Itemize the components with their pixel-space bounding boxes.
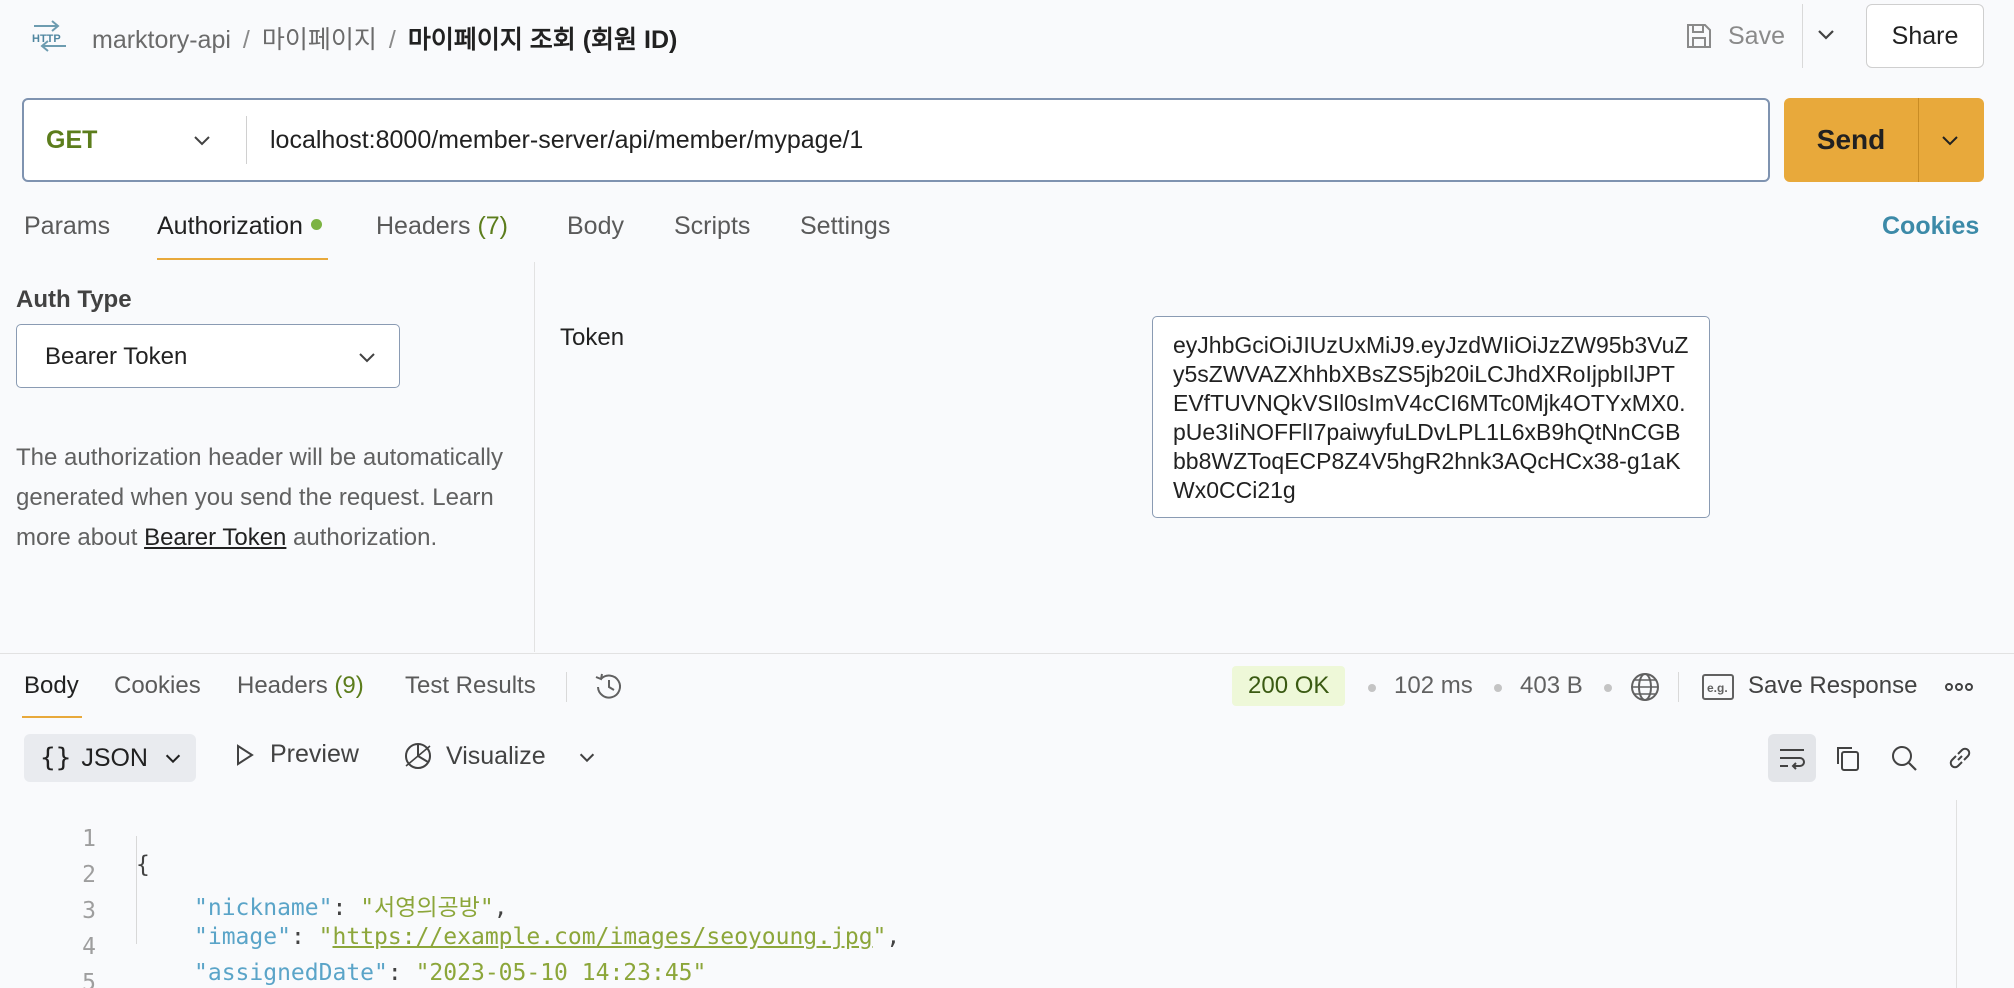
visualize-icon (405, 743, 431, 769)
tab-settings[interactable]: Settings (800, 212, 890, 241)
code-line: 4 "assignedDate": "2023-05-10 14:23:45" (0, 908, 1956, 986)
preview-button[interactable]: Preview (230, 740, 359, 769)
play-icon (237, 743, 254, 766)
tab-divider (566, 672, 567, 702)
response-body-code[interactable]: 1 { 2 "nickname": "서영의공방", 3 "image": "h… (0, 800, 1956, 988)
save-response-button[interactable]: Save Response (1748, 672, 1917, 700)
share-button[interactable]: Share (1866, 4, 1984, 68)
save-icon (1687, 24, 1711, 48)
chevron-down-icon (359, 353, 375, 363)
copy-icon[interactable] (1832, 742, 1864, 774)
breadcrumb-folder[interactable]: 마이페이지 (262, 26, 377, 54)
wrap-icon (1780, 749, 1805, 770)
breadcrumb-collection[interactable]: marktory-api (92, 26, 231, 54)
tab-headers-count: (7) (477, 212, 509, 240)
visualize-label: Visualize (446, 741, 546, 770)
tab-headers[interactable]: Headers (7) (376, 212, 508, 241)
response-size[interactable]: 403 B (1520, 672, 1583, 700)
token-label: Token (560, 324, 625, 351)
request-tabs: Params Authorization Headers (7) Body Sc… (0, 200, 2014, 260)
response-tab-headers-count: (9) (334, 672, 364, 699)
response-tab-headers-label: Headers (237, 672, 328, 699)
send-button[interactable]: Send (1784, 98, 1984, 182)
active-tab-underline (157, 258, 328, 260)
response-tab-test-results[interactable]: Test Results (405, 672, 536, 700)
response-tabs: Body Cookies Headers (9) Test Results 20… (0, 654, 2014, 718)
example-icon: e.g. (1702, 674, 1734, 700)
active-response-tab-underline (22, 716, 82, 718)
body-toolbar: {} JSON Preview Visualize (0, 730, 2014, 786)
format-select[interactable]: {} JSON (24, 734, 196, 782)
url-input[interactable] (270, 114, 1750, 166)
search-icon[interactable] (1888, 742, 1920, 774)
line-number: 5 (82, 970, 96, 988)
tab-authorization[interactable]: Authorization (157, 212, 322, 241)
send-label: Send (1816, 124, 1886, 155)
chevron-down-icon[interactable] (1814, 22, 1838, 46)
code-line: 5 } (0, 944, 1956, 988)
meta-separator (1604, 684, 1612, 692)
tab-authorization-label: Authorization (157, 212, 303, 240)
breadcrumb: marktory-api / 마이페이지 / 마이페이지 조회 (회원 ID) (92, 20, 677, 56)
save-button[interactable]: Save (1684, 16, 1785, 56)
status-badge[interactable]: 200 OK (1232, 666, 1346, 706)
url-bar: GET (22, 98, 1770, 182)
auth-description: The authorization header will be automat… (16, 444, 503, 551)
method-select[interactable]: GET (46, 126, 97, 155)
send-divider (1918, 98, 1919, 182)
auth-type-value: Bearer Token (45, 343, 188, 370)
tab-params[interactable]: Params (24, 212, 110, 241)
active-dot-icon (310, 218, 322, 230)
indent-guide (136, 836, 137, 944)
pane-divider[interactable] (534, 262, 535, 652)
response-tab-body[interactable]: Body (24, 672, 79, 700)
response-tab-cookies[interactable]: Cookies (114, 672, 201, 700)
meta-divider (1678, 672, 1679, 702)
cookies-link[interactable]: Cookies (1882, 212, 1979, 241)
top-bar: HTTP marktory-api / 마이페이지 / 마이페이지 조회 (회원 ID)… (0, 0, 2014, 72)
link-icon[interactable] (1944, 742, 1976, 774)
auth-type-label: Auth Type (16, 286, 132, 313)
tab-body[interactable]: Body (567, 212, 624, 241)
http-icon: HTTP (32, 20, 66, 52)
wrap-lines-button[interactable] (1768, 734, 1816, 782)
url-divider (246, 116, 247, 164)
meta-separator (1368, 684, 1376, 692)
token-input[interactable]: eyJhbGciOiJIUzUxMiJ9.eyJzdWIiOiJzZW95b3V… (1152, 316, 1710, 518)
save-divider (1802, 4, 1803, 68)
breadcrumb-request-name[interactable]: 마이페이지 조회 (회원 ID) (408, 26, 678, 54)
response-tab-headers[interactable]: Headers (9) (237, 672, 364, 700)
meta-separator (1494, 684, 1502, 692)
tab-scripts[interactable]: Scripts (674, 212, 750, 241)
code-line: 1 { (0, 800, 1956, 878)
more-icon[interactable] (1944, 680, 1974, 694)
code-scrollbar[interactable] (1956, 800, 1957, 988)
chevron-down-icon[interactable] (190, 128, 214, 152)
chevron-down-icon[interactable] (1938, 128, 1962, 152)
code-line: 2 "nickname": "서영의공방", (0, 836, 1956, 921)
chevron-down-icon (165, 754, 181, 764)
breadcrumb-separator: / (242, 26, 250, 54)
braces-icon: {} (40, 743, 72, 773)
auth-type-select[interactable]: Bearer Token (16, 324, 400, 388)
response-time[interactable]: 102 ms (1394, 672, 1473, 700)
breadcrumb-separator: / (388, 26, 396, 54)
tab-headers-label: Headers (376, 212, 471, 240)
auth-config-pane: Auth Type Bearer Token The authorization… (0, 262, 534, 652)
save-label: Save (1728, 21, 1785, 50)
visualize-button[interactable]: Visualize (402, 740, 546, 772)
preview-label: Preview (270, 740, 359, 768)
history-icon[interactable] (592, 670, 626, 704)
bearer-token-link[interactable]: Bearer Token (144, 524, 286, 551)
format-label: JSON (81, 743, 148, 772)
chevron-down-icon[interactable] (576, 746, 598, 768)
svg-text:e.g.: e.g. (1707, 681, 1728, 695)
code-line: 3 "image": "https://example.com/images/s… (0, 872, 1956, 950)
globe-icon[interactable] (1628, 670, 1662, 704)
